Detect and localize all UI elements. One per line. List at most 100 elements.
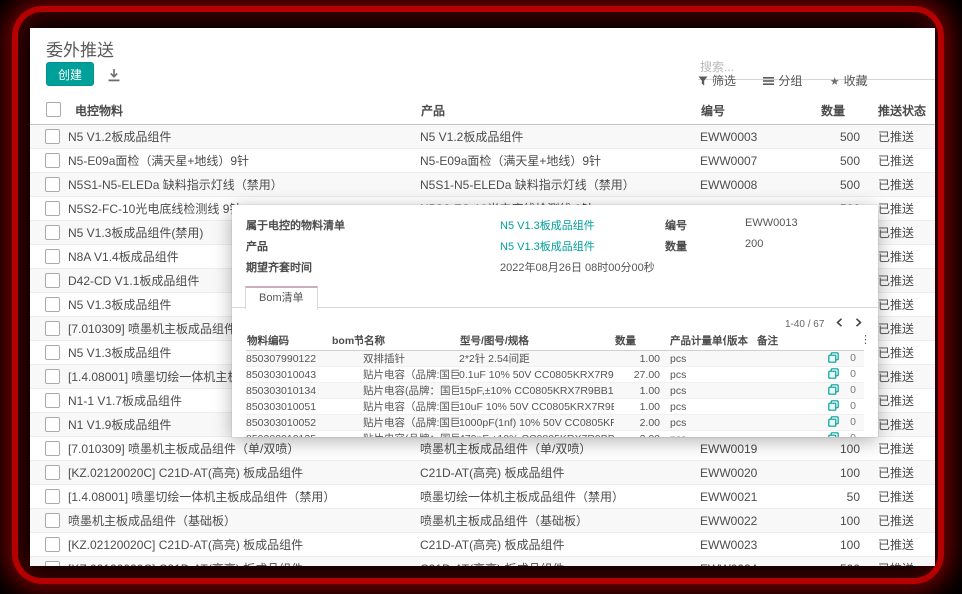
- chevron-left-icon: [836, 318, 843, 327]
- cell-number: EWW0023: [700, 533, 820, 557]
- cell-material: N5 V1.2板成品组件: [68, 125, 420, 149]
- cell-qty: 500: [820, 557, 860, 567]
- bom-row[interactable]: 850303010135 贴片电容(品牌：国巨) 470nF ±10% CC08…: [246, 431, 864, 438]
- cell-qty: 500: [820, 149, 860, 173]
- bom-cell-spec: 10uF 10% 50V CC0805KRX7R9BB106(0805): [459, 399, 614, 415]
- row-checkbox[interactable]: [45, 393, 60, 408]
- col-status[interactable]: 推送状态: [860, 96, 935, 125]
- copy-icon[interactable]: [828, 432, 839, 438]
- table-row[interactable]: N5S1-N5-ELEDa 缺料指示灯线（禁用） N5S1-N5-ELEDa 缺…: [30, 173, 935, 197]
- bom-cell-note: [756, 415, 804, 431]
- product-label: 产品: [246, 238, 268, 254]
- groupby-button[interactable]: 分组: [763, 72, 802, 89]
- table-row[interactable]: [KZ.02120020C] C21D-AT(高亮) 板成品组件 C21D-AT…: [30, 557, 935, 567]
- row-checkbox[interactable]: [45, 297, 60, 312]
- row-checkbox[interactable]: [45, 465, 60, 480]
- cell-qty: 100: [820, 461, 860, 485]
- pager-range: 1-40 / 67: [785, 319, 824, 330]
- bom-row[interactable]: 850303010043 贴片电容（品牌:国巨） 0.1uF 10% 50V C…: [246, 367, 864, 383]
- row-checkbox[interactable]: [45, 177, 60, 192]
- row-checkbox[interactable]: [45, 249, 60, 264]
- bom-cell-note: [756, 367, 804, 383]
- copy-icon[interactable]: [828, 416, 839, 430]
- row-checkbox[interactable]: [45, 345, 60, 360]
- copy-count: 0: [850, 368, 856, 380]
- table-row[interactable]: N5 V1.2板成品组件 N5 V1.2板成品组件 EWW0003 500 已推…: [30, 125, 935, 149]
- table-row[interactable]: [1.4.08001] 喷墨切绘一体机主板成品组件（禁用） 喷墨切绘一体机主板成…: [30, 485, 935, 509]
- row-checkbox[interactable]: [45, 273, 60, 288]
- filter-button[interactable]: 筛选: [698, 72, 736, 89]
- number-label: 编号: [665, 217, 687, 233]
- cell-status: 已推送: [860, 533, 935, 557]
- bom-col-code[interactable]: 物料编码: [246, 331, 331, 351]
- create-button[interactable]: 创建: [46, 62, 94, 86]
- row-checkbox[interactable]: [45, 225, 60, 240]
- cell-product: N5S1-N5-ELEDa 缺料指示灯线（禁用）: [420, 173, 700, 197]
- row-checkbox[interactable]: [45, 513, 60, 528]
- pager: 1-40 / 67: [785, 318, 862, 330]
- bom-col-ver[interactable]: 版本: [726, 331, 756, 351]
- bom-row[interactable]: 850303010052 贴片电容（品牌:国巨） 1000pF(1nf) 10%…: [246, 415, 864, 431]
- col-material[interactable]: 电控物料: [68, 96, 420, 125]
- pager-prev-button[interactable]: [836, 318, 843, 330]
- table-row[interactable]: [KZ.02120020C] C21D-AT(高亮) 板成品组件 C21D-AT…: [30, 533, 935, 557]
- row-checkbox[interactable]: [45, 561, 60, 566]
- cell-number: EWW0020: [700, 461, 820, 485]
- cell-product: C21D-AT(高亮) 板成品组件: [420, 461, 700, 485]
- row-checkbox[interactable]: [45, 153, 60, 168]
- bom-col-bom[interactable]: bom节: [331, 331, 363, 351]
- table-row[interactable]: [7.010309] 喷墨机主板成品组件（单/双喷） 喷墨机主板成品组件（单/双…: [30, 437, 935, 461]
- copy-icon[interactable]: [828, 352, 839, 366]
- bom-col-uom[interactable]: 产品计量单位: [664, 331, 726, 351]
- table-row[interactable]: N5-E09a面检（满天星+地线）9针 N5-E09a面检（满天星+地线）9针 …: [30, 149, 935, 173]
- select-all-checkbox[interactable]: [46, 102, 61, 117]
- copy-icon[interactable]: [828, 384, 839, 398]
- cell-status: 已推送: [860, 173, 935, 197]
- bom-row[interactable]: 850303010134 贴片电容(品牌：国巨) 15pF,±10% CC080…: [246, 383, 864, 399]
- bom-cell-spec: 2*2针 2.54间距: [459, 351, 614, 367]
- bom-col-name[interactable]: 名称: [363, 331, 459, 351]
- copy-icon[interactable]: [828, 400, 839, 414]
- export-icon[interactable]: [106, 67, 122, 83]
- col-qty[interactable]: 数量: [820, 96, 860, 125]
- copy-icon[interactable]: [828, 368, 839, 382]
- row-checkbox[interactable]: [45, 129, 60, 144]
- row-checkbox[interactable]: [45, 417, 60, 432]
- cell-qty: 100: [820, 509, 860, 533]
- row-checkbox[interactable]: [45, 489, 60, 504]
- bom-row[interactable]: 850307990122 双排插针 2*2针 2.54间距 1.00 pcs: [246, 351, 864, 367]
- cell-status: 已推送: [860, 125, 935, 149]
- bars-icon: [763, 76, 774, 86]
- bom-cell-code: 850303010051: [246, 399, 331, 415]
- product-link[interactable]: N5 V1.3板成品组件: [500, 241, 595, 253]
- col-product[interactable]: 产品: [420, 96, 700, 125]
- bom-cell-code: 850307990122: [246, 351, 331, 367]
- bom-row[interactable]: 850303010051 贴片电容（品牌:国巨） 10uF 10% 50V CC…: [246, 399, 864, 415]
- cell-product: 喷墨切绘一体机主板成品组件（禁用）: [420, 485, 700, 509]
- bom-col-note[interactable]: 备注: [756, 331, 804, 351]
- bom-list-link[interactable]: N5 V1.3板成品组件: [500, 220, 595, 232]
- table-row[interactable]: [KZ.02120020C] C21D-AT(高亮) 板成品组件 C21D-AT…: [30, 461, 935, 485]
- copy-count: 0: [850, 352, 856, 364]
- table-row[interactable]: 喷墨机主板成品组件（基础板） 喷墨机主板成品组件（基础板） EWW0022 10…: [30, 509, 935, 533]
- row-checkbox[interactable]: [45, 369, 60, 384]
- bom-col-spec[interactable]: 型号/图号/规格: [459, 331, 614, 351]
- bom-col-qty[interactable]: 数量: [614, 331, 664, 351]
- favorites-button[interactable]: ★收藏: [830, 72, 868, 89]
- app-window: 委外推送 创建 筛选 分组 ★收藏 电控物料 产品 编号 数量 推送状: [30, 28, 935, 566]
- bom-cell-ver: [726, 399, 756, 415]
- row-checkbox[interactable]: [45, 537, 60, 552]
- cell-number: EWW0021: [700, 485, 820, 509]
- bom-cell-name: 贴片电容（品牌:国巨）: [363, 367, 459, 383]
- bom-popup: 属于电控的物料清单 N5 V1.3板成品组件 产品 N5 V1.3板成品组件 期…: [232, 205, 878, 437]
- tab-bom-list[interactable]: Bom清单: [245, 286, 318, 310]
- pager-next-button[interactable]: [855, 318, 862, 330]
- bom-cell-ver: [726, 367, 756, 383]
- row-checkbox[interactable]: [45, 441, 60, 456]
- row-checkbox[interactable]: [45, 321, 60, 336]
- bom-cell-qty: 2.00: [614, 415, 664, 431]
- cell-qty: 100: [820, 533, 860, 557]
- filter-bar: 筛选 分组 ★收藏: [698, 72, 892, 89]
- col-number[interactable]: 编号: [700, 96, 820, 125]
- row-checkbox[interactable]: [45, 201, 60, 216]
